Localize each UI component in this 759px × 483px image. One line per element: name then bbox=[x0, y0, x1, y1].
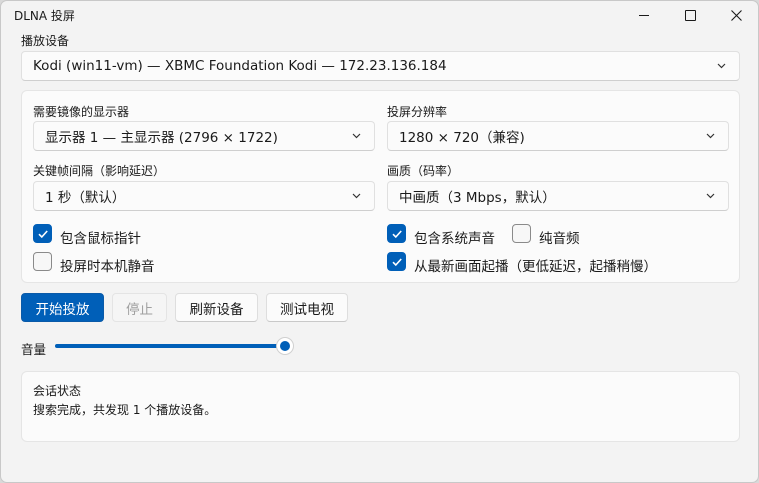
chevron-down-icon bbox=[717, 63, 726, 69]
audio-only-label: 纯音频 bbox=[539, 231, 580, 247]
chevron-down-icon bbox=[706, 193, 715, 199]
checkmark-icon bbox=[391, 257, 402, 266]
display-select-value: 显示器 1 — 主显示器 (2796 × 1722) bbox=[45, 130, 278, 146]
keyframe-select[interactable]: 1 秒（默认） bbox=[33, 181, 375, 211]
audio-only-checkbox[interactable] bbox=[512, 224, 531, 243]
keyframe-select-value: 1 秒（默认） bbox=[45, 190, 126, 206]
minimize-button[interactable] bbox=[621, 1, 667, 29]
display-label: 需要镜像的显示器 bbox=[33, 105, 130, 119]
resolution-select[interactable]: 1280 × 720（兼容) bbox=[387, 121, 729, 151]
checkmark-icon bbox=[391, 229, 402, 238]
mute-local-checkbox[interactable] bbox=[33, 252, 52, 271]
slider-thumb-dot bbox=[280, 341, 290, 351]
device-select[interactable]: Kodi (win11-vm) — XBMC Foundation Kodi —… bbox=[21, 51, 740, 81]
mute-local-label: 投屏时本机静音 bbox=[60, 259, 155, 275]
title-bar[interactable]: DLNA 投屏 bbox=[1, 1, 758, 29]
volume-label: 音量 bbox=[21, 342, 47, 357]
chevron-down-icon bbox=[706, 133, 715, 139]
volume-slider-track[interactable] bbox=[55, 344, 286, 348]
checkmark-icon bbox=[37, 229, 48, 238]
latest-frame-label: 从最新画面起播（更低延迟，起播稍慢） bbox=[414, 259, 657, 275]
window-title: DLNA 投屏 bbox=[14, 9, 75, 23]
include-cursor-checkbox[interactable] bbox=[33, 224, 52, 243]
resolution-label: 投屏分辨率 bbox=[387, 105, 448, 119]
include-cursor-label: 包含鼠标指针 bbox=[60, 231, 141, 247]
session-status-title: 会话状态 bbox=[33, 384, 82, 398]
quality-select[interactable]: 中画质（3 Mbps，默认） bbox=[387, 181, 729, 211]
test-tv-button[interactable]: 测试电视 bbox=[266, 293, 348, 322]
quality-label: 画质（码率） bbox=[387, 164, 460, 178]
chevron-down-icon bbox=[352, 193, 361, 199]
quality-select-value: 中画质（3 Mbps，默认） bbox=[399, 190, 556, 206]
maximize-icon bbox=[684, 9, 696, 21]
stop-button[interactable]: 停止 bbox=[112, 293, 167, 322]
display-select[interactable]: 显示器 1 — 主显示器 (2796 × 1722) bbox=[33, 121, 375, 151]
maximize-button[interactable] bbox=[667, 1, 713, 29]
start-cast-button[interactable]: 开始投放 bbox=[21, 293, 104, 322]
volume-slider-thumb[interactable] bbox=[276, 337, 294, 355]
close-icon bbox=[730, 9, 742, 21]
session-status-message: 搜索完成，共发现 1 个播放设备。 bbox=[33, 403, 217, 417]
system-audio-label: 包含系统声音 bbox=[414, 231, 495, 247]
device-select-value: Kodi (win11-vm) — XBMC Foundation Kodi —… bbox=[33, 58, 447, 74]
chevron-down-icon bbox=[352, 133, 361, 139]
app-window: DLNA 投屏 播放设备 Kodi (win11-vm) — XBMC Foun… bbox=[0, 0, 759, 483]
system-audio-checkbox[interactable] bbox=[387, 224, 406, 243]
keyframe-label: 关键帧间隔（影响延迟） bbox=[33, 164, 166, 178]
device-label: 播放设备 bbox=[21, 34, 70, 48]
resolution-select-value: 1280 × 720（兼容) bbox=[399, 130, 525, 146]
close-button[interactable] bbox=[713, 1, 758, 29]
refresh-devices-button[interactable]: 刷新设备 bbox=[175, 293, 258, 322]
minimize-icon bbox=[639, 14, 649, 16]
latest-frame-checkbox[interactable] bbox=[387, 252, 406, 271]
